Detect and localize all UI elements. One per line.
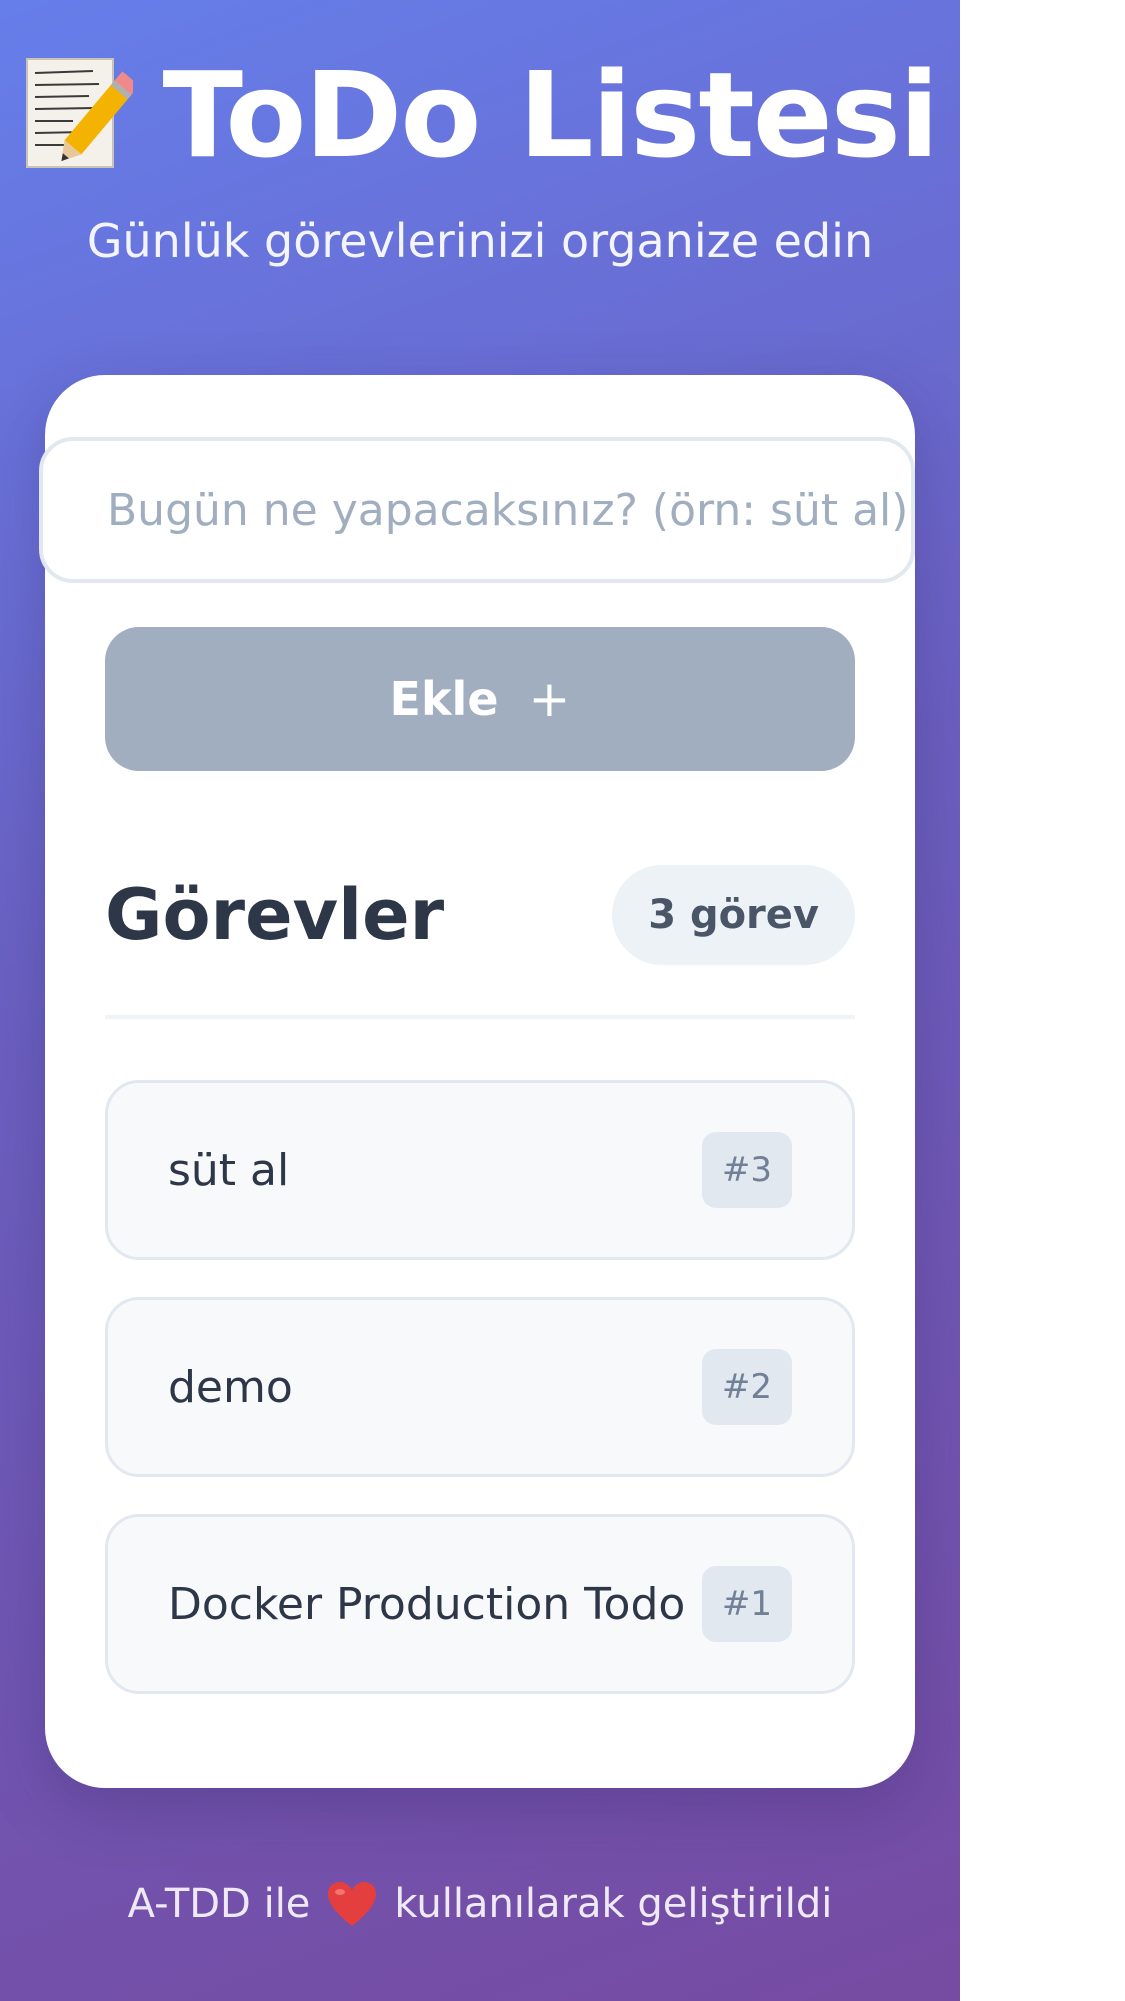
footer-text-after: kullanılarak geliştirildi xyxy=(394,1881,833,1927)
divider xyxy=(105,1015,855,1019)
task-item[interactable]: Docker Production Todo #1 xyxy=(105,1514,855,1694)
task-list: süt al #3 demo #2 Docker Production Todo… xyxy=(105,1080,855,1731)
memo-icon xyxy=(23,55,139,175)
task-count-badge: 3 görev xyxy=(612,865,855,965)
task-item[interactable]: demo #2 xyxy=(105,1297,855,1477)
task-id-badge: #1 xyxy=(701,1566,792,1642)
app-subtitle: Günlük görevlerinizi organize edin xyxy=(86,214,874,268)
task-input-wrapper xyxy=(39,437,915,583)
tasks-header: Görevler 3 görev xyxy=(105,865,855,965)
app-background: ToDo Listesi Günlük görevlerinizi organi… xyxy=(0,0,960,2001)
title-row: ToDo Listesi xyxy=(0,40,960,190)
plus-icon: + xyxy=(528,670,571,728)
task-text: süt al xyxy=(168,1144,290,1196)
tasks-title: Görevler xyxy=(105,874,445,956)
task-text: Docker Production Todo xyxy=(168,1578,686,1630)
task-input[interactable] xyxy=(105,483,911,537)
todo-card: Ekle + Görevler 3 görev süt al #3 demo #… xyxy=(39,375,915,1788)
footer: A-TDD ile kullanılarak geliştirildi xyxy=(0,1880,960,1928)
task-item[interactable]: süt al #3 xyxy=(105,1080,855,1260)
task-text: demo xyxy=(168,1361,293,1413)
add-task-button[interactable]: Ekle + xyxy=(105,627,855,771)
add-button-label: Ekle xyxy=(389,672,499,726)
heart-icon xyxy=(326,1880,378,1928)
viewport-blank-area xyxy=(960,0,1125,2001)
task-id-badge: #3 xyxy=(701,1132,792,1208)
app-header: ToDo Listesi Günlük görevlerinizi organi… xyxy=(0,40,960,268)
task-id-badge: #2 xyxy=(701,1349,792,1425)
app-title: ToDo Listesi xyxy=(162,46,940,184)
footer-text-before: A-TDD ile xyxy=(127,1881,311,1927)
